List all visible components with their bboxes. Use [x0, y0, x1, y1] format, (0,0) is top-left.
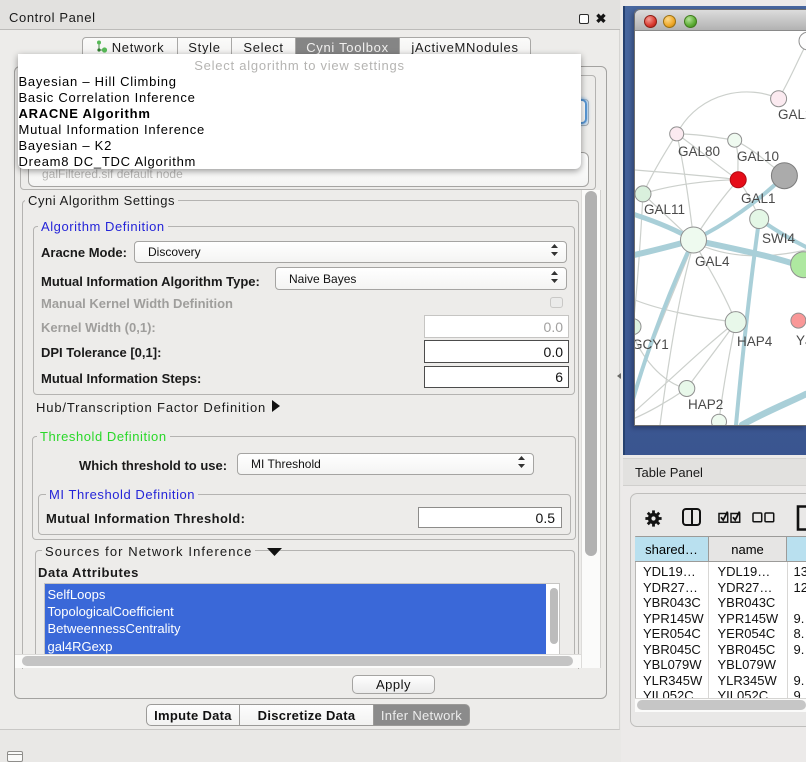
svg-text:HAP4: HAP4	[737, 334, 773, 349]
svg-text:GAL4: GAL4	[695, 254, 730, 269]
svg-text:GAL1: GAL1	[741, 191, 776, 206]
svg-text:GAL2: GAL2	[778, 107, 806, 122]
svg-text:GAL11: GAL11	[644, 202, 685, 217]
svg-text:SWI4: SWI4	[762, 231, 795, 246]
svg-text:GAL10: GAL10	[737, 149, 779, 164]
svg-text:YJ: YJ	[796, 333, 806, 348]
svg-text:GAL80: GAL80	[678, 144, 720, 159]
svg-text:GCY1: GCY1	[635, 337, 669, 352]
svg-text:HAP2: HAP2	[688, 397, 723, 412]
